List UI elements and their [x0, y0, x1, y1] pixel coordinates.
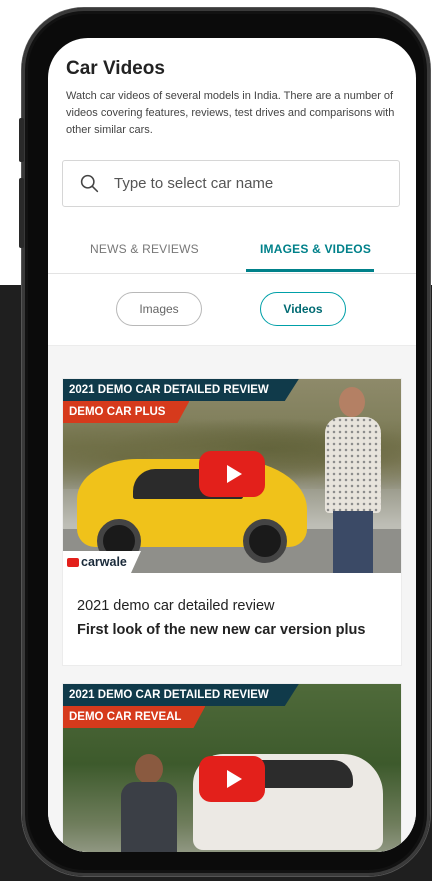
presenter-head — [339, 387, 365, 417]
video-title[interactable]: 2021 demo car detailed review — [77, 595, 393, 617]
video-thumbnail[interactable]: 2021 DEMO CAR DETAILED REVIEW DEMO CAR P… — [63, 379, 401, 573]
page-description: Watch car videos of several models in In… — [66, 90, 395, 136]
filter-bar: Images Videos — [48, 274, 416, 346]
presenter-body — [121, 782, 177, 852]
play-icon — [226, 770, 242, 788]
tab-news-reviews[interactable]: NEWS & REVIEWS — [90, 242, 199, 256]
search-placeholder: Type to select car name — [114, 175, 274, 192]
video-banner-title: 2021 DEMO CAR DETAILED REVIEW — [63, 684, 299, 706]
car-wheel — [243, 519, 287, 563]
search-icon — [80, 174, 99, 193]
play-icon — [226, 465, 242, 483]
video-list: 2021 DEMO CAR DETAILED REVIEW DEMO CAR P… — [48, 346, 416, 852]
video-banner-tag: DEMO CAR REVEAL — [63, 706, 205, 728]
page-title: Car Videos — [66, 58, 165, 79]
phone-side-button — [19, 178, 24, 248]
presenter-body — [325, 417, 381, 513]
video-banner-title: 2021 DEMO CAR DETAILED REVIEW — [63, 379, 299, 401]
carwale-logo: carwale — [63, 551, 141, 573]
video-banner-tag: DEMO CAR PLUS — [63, 401, 189, 423]
filter-videos-button[interactable]: Videos — [260, 292, 346, 326]
presenter-legs — [333, 511, 373, 573]
carwale-logo-text: carwale — [81, 555, 127, 569]
video-card-text: 2021 demo car detailed review First look… — [77, 595, 393, 641]
filter-images-button[interactable]: Images — [116, 292, 202, 326]
search-input[interactable]: Type to select car name — [62, 160, 400, 207]
video-card[interactable]: 2021 DEMO CAR DETAILED REVIEW DEMO CAR R… — [62, 683, 402, 852]
video-subtitle[interactable]: First look of the new new car version pl… — [77, 619, 393, 641]
tab-images-videos[interactable]: IMAGES & VIDEOS — [260, 242, 371, 256]
presenter-head — [135, 754, 163, 784]
tab-bar: NEWS & REVIEWS IMAGES & VIDEOS — [48, 234, 416, 274]
carwale-logo-icon — [67, 558, 79, 567]
phone-side-button — [19, 118, 24, 162]
video-thumbnail[interactable]: 2021 DEMO CAR DETAILED REVIEW DEMO CAR R… — [63, 684, 401, 852]
video-card[interactable]: 2021 DEMO CAR DETAILED REVIEW DEMO CAR P… — [62, 378, 402, 666]
presenter-image — [321, 387, 383, 573]
play-button[interactable] — [199, 451, 265, 497]
phone-screen: Car Videos Watch car videos of several m… — [48, 38, 416, 852]
active-tab-indicator — [246, 269, 374, 272]
play-button[interactable] — [199, 756, 265, 802]
presenter-image — [119, 754, 179, 852]
